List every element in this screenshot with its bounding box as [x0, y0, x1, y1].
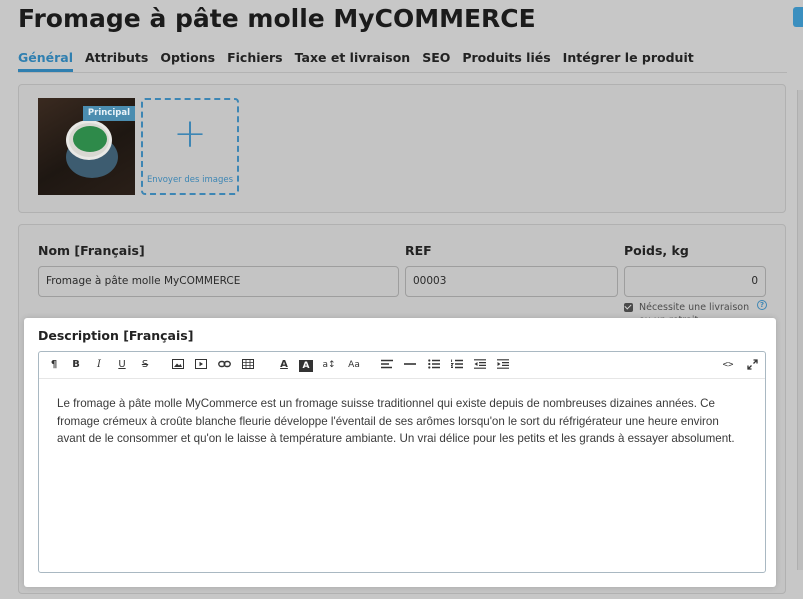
product-image-thumbnail[interactable]: Principal [38, 98, 135, 195]
name-field[interactable]: Fromage à pâte molle MyCOMMERCE [38, 266, 399, 297]
tab-general[interactable]: Général [18, 50, 73, 72]
paragraph-format-button[interactable]: ¶ [47, 356, 61, 374]
ref-field[interactable]: 00003 [405, 266, 618, 297]
plus-icon: + [173, 111, 207, 157]
insert-table-icon[interactable] [241, 356, 255, 374]
insert-link-icon[interactable] [217, 356, 231, 374]
description-label: Description [Français] [38, 328, 194, 343]
font-color-button[interactable]: A [277, 356, 291, 374]
name-label: Nom [Français] [38, 243, 145, 258]
tab-embed-product[interactable]: Intégrer le produit [563, 50, 694, 72]
ref-label: REF [405, 243, 432, 258]
tab-seo[interactable]: SEO [422, 50, 450, 72]
strikethrough-button[interactable]: S [138, 356, 152, 374]
description-panel: Description [Français] ¶ B I U S A A a↕ … [24, 318, 776, 587]
numbered-list-icon[interactable] [450, 356, 464, 374]
top-right-toggle[interactable] [793, 7, 803, 27]
horizontal-line-icon[interactable] [403, 356, 417, 374]
weight-field[interactable]: 0 [624, 266, 766, 297]
description-text[interactable]: Le fromage à pâte molle MyCommerce est u… [57, 395, 737, 448]
main-image-badge: Principal [82, 106, 135, 121]
insert-video-icon[interactable] [194, 356, 208, 374]
font-family-button[interactable]: Aa [347, 356, 361, 374]
page-title: Fromage à pâte molle MyCOMMERCE [18, 4, 536, 33]
tab-files[interactable]: Fichiers [227, 50, 283, 72]
upload-images-button[interactable]: + Envoyer des images [141, 98, 239, 195]
background-color-button[interactable]: A [299, 360, 313, 372]
images-card: Principal + Envoyer des images [18, 84, 786, 213]
fullscreen-icon[interactable] [745, 356, 759, 374]
editor-toolbar: ¶ B I U S A A a↕ Aa <> [39, 352, 765, 379]
outdent-icon[interactable] [473, 356, 487, 374]
align-left-icon[interactable] [380, 356, 394, 374]
italic-button[interactable]: I [92, 356, 106, 374]
tab-options[interactable]: Options [160, 50, 215, 72]
help-icon[interactable]: ? [757, 300, 767, 310]
tab-attributes[interactable]: Attributs [85, 50, 148, 72]
tab-related-products[interactable]: Produits liés [462, 50, 550, 72]
tabs-divider [18, 72, 787, 73]
weight-label: Poids, kg [624, 243, 689, 258]
upload-images-label: Envoyer des images [146, 175, 234, 185]
bold-button[interactable]: B [69, 356, 83, 374]
underline-button[interactable]: U [115, 356, 129, 374]
shipping-checkbox[interactable] [624, 303, 633, 312]
right-sidebar-edge [797, 90, 803, 570]
tab-tax-shipping[interactable]: Taxe et livraison [295, 50, 411, 72]
code-view-button[interactable]: <> [721, 356, 735, 374]
description-editor[interactable]: ¶ B I U S A A a↕ Aa <> Le fromage à pâte… [38, 351, 766, 573]
cheese-label-shape [73, 126, 107, 152]
tab-bar: Général Attributs Options Fichiers Taxe … [18, 50, 694, 72]
insert-image-icon[interactable] [171, 356, 185, 374]
bullet-list-icon[interactable] [427, 356, 441, 374]
indent-icon[interactable] [496, 356, 510, 374]
font-size-button[interactable]: a↕ [322, 356, 336, 374]
